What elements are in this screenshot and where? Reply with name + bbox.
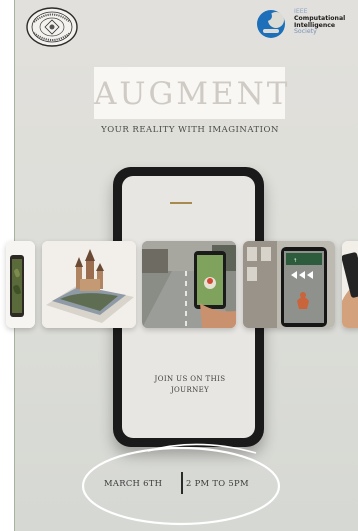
svg-text:↑: ↑ [293, 258, 297, 264]
date-divider [181, 472, 183, 494]
strip-image-hand-phone [342, 241, 358, 328]
event-poster: IEEE Computational Intelligence Society … [0, 0, 358, 531]
join-line-1: JOIN US ON THIS [154, 375, 226, 383]
strip-image-castle-tablet [42, 241, 136, 328]
event-time: 2 PM TO 5PM [186, 478, 249, 488]
strip-image-plant [6, 241, 35, 328]
ieee-cis-name: IEEE Computational Intelligence Society [294, 8, 345, 36]
college-seal-icon [25, 6, 79, 48]
event-date: MARCH 6TH [104, 478, 163, 488]
strip-image-ar-navigation: ↑ [243, 241, 335, 328]
accent-dash [170, 202, 192, 204]
join-line-2: JOURNEY [170, 386, 210, 394]
strip-image-ar-street-game [142, 241, 236, 328]
poster-title: AUGMENT [94, 76, 291, 112]
ieee-cis-logo-icon: IEEE Computational Intelligence Society [254, 7, 354, 47]
poster-subtitle: YOUR REALITY WITH IMAGINATION [101, 125, 279, 135]
cis-label-society: Society [294, 28, 317, 36]
join-message: JOIN US ON THIS JOURNEY [130, 374, 250, 396]
